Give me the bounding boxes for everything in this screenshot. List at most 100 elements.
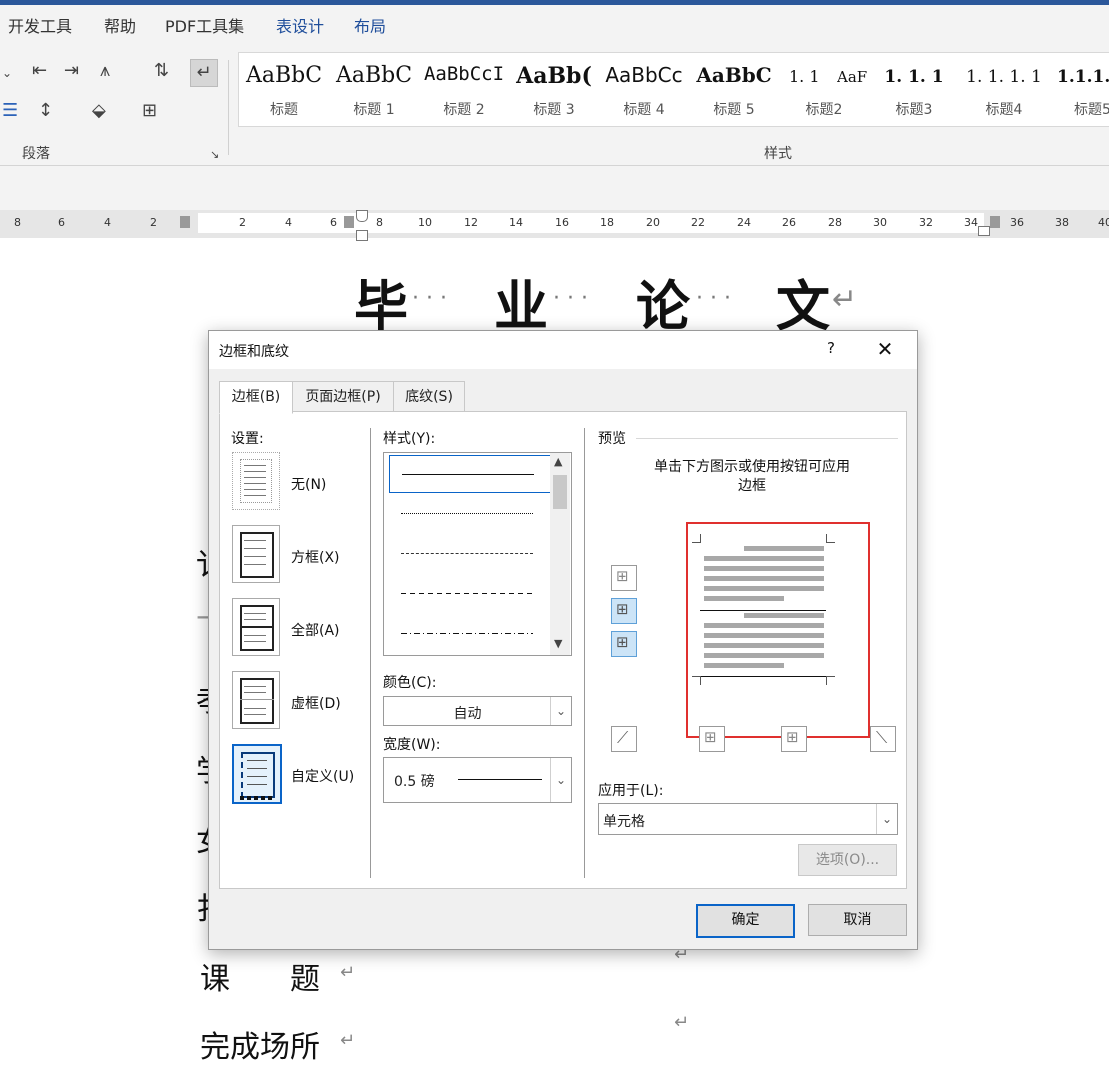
style-h4[interactable]: 1. 1. 1. 1 标题4 — [959, 53, 1049, 123]
setting-grid-icon[interactable] — [232, 671, 280, 729]
group-paragraph-label: 段落 — [22, 146, 50, 162]
line-style-fine-dash[interactable] — [389, 535, 549, 571]
ruler-column-marker[interactable] — [990, 216, 1000, 228]
space-dots: · · · — [696, 286, 731, 311]
top-border-button[interactable]: ⊞ — [611, 565, 637, 591]
width-select[interactable]: 0.5 磅 ⌄ — [383, 757, 572, 803]
first-line-indent-marker[interactable] — [356, 210, 368, 222]
dialog-launcher-icon[interactable]: ↘ — [210, 145, 219, 165]
help-button[interactable]: ? — [821, 339, 841, 359]
ok-button[interactable]: 确定 — [696, 904, 795, 938]
close-icon[interactable]: ✕ — [873, 337, 897, 361]
chevron-down-icon[interactable]: ⌄ — [876, 804, 897, 834]
setting-none-label[interactable]: 无(N) — [291, 474, 326, 494]
increase-indent-icon[interactable]: ⇥ — [64, 61, 79, 81]
scroll-down-icon[interactable]: ▼ — [554, 637, 562, 650]
ruler-number: 18 — [600, 216, 614, 229]
column-separator — [584, 428, 585, 878]
distribute-icon[interactable]: ☰ — [2, 101, 18, 121]
left-border-button[interactable]: ⊞ — [699, 726, 725, 752]
line-style-dash-dot[interactable] — [389, 615, 549, 651]
setting-all-label[interactable]: 全部(A) — [291, 620, 340, 640]
line-style-dashed[interactable] — [389, 575, 549, 611]
chevron-down-icon[interactable]: ⌄ — [550, 697, 571, 725]
decrease-indent-icon[interactable]: ⇤ — [32, 61, 47, 81]
line-style-dotted[interactable] — [389, 495, 549, 531]
ruler-number: 30 — [873, 216, 887, 229]
ruler-number: 22 — [691, 216, 705, 229]
setting-box-icon[interactable] — [232, 525, 280, 583]
setting-none-icon[interactable] — [232, 452, 280, 510]
style-title[interactable]: AaBbC 标题 — [239, 53, 329, 123]
tab-help[interactable]: 帮助 — [104, 13, 136, 37]
paragraph-mark-icon: ↵ — [340, 1030, 356, 1051]
tab-pdf-tools[interactable]: PDF工具集 — [165, 13, 244, 37]
cell-mark-icon: ↵ — [674, 1012, 690, 1033]
style-gallery: AaBbC 标题 AaBbC 标题 1 AaBbCcI 标题 2 AaBb( 标… — [238, 52, 1109, 127]
right-indent-marker[interactable] — [978, 226, 990, 236]
preview-inside-border — [700, 610, 826, 611]
width-preview-line — [458, 779, 542, 780]
dialog-title: 边框和底纹 — [219, 344, 289, 360]
preview-hint: 单击下方图示或使用按钮可应用边框 — [654, 459, 850, 494]
text-direction-icon[interactable]: ⩚ — [100, 61, 110, 81]
chevron-down-icon[interactable]: ⌄ — [2, 63, 12, 83]
inside-vertical-border-button[interactable]: ⊞ — [781, 726, 807, 752]
inside-horizontal-border-button[interactable]: ⊞ — [611, 598, 637, 624]
style-h5[interactable]: 1.1.1. 标题5 — [1049, 53, 1109, 123]
setting-all-icon[interactable] — [232, 598, 280, 656]
border-preview[interactable] — [686, 522, 870, 738]
sort-icon[interactable]: ⇅ — [154, 61, 169, 81]
ruler-column-marker[interactable] — [344, 216, 354, 228]
ruler-number: 28 — [828, 216, 842, 229]
style-h3[interactable]: 1. 1. 1 标题3 — [869, 53, 959, 123]
tab-layout[interactable]: 布局 — [354, 13, 386, 37]
ruler-number: 4 — [285, 216, 292, 229]
ruler-number: 24 — [737, 216, 751, 229]
setting-box-label[interactable]: 方框(X) — [291, 547, 340, 567]
scroll-up-icon[interactable]: ▲ — [554, 455, 562, 468]
style-heading-5[interactable]: AaBbC 标题 5 — [689, 53, 779, 123]
setting-grid-label[interactable]: 虚框(D) — [291, 693, 341, 713]
style-heading-3[interactable]: AaBb( 标题 3 — [509, 53, 599, 123]
line-style-list[interactable]: ▲ ▼ — [383, 452, 572, 656]
tab-page-border[interactable]: 页面边框(P) — [292, 381, 394, 413]
apply-to-select[interactable]: 单元格 ⌄ — [598, 803, 898, 835]
style-heading-4[interactable]: AaBbCc 标题 4 — [599, 53, 689, 123]
setting-custom-label[interactable]: 自定义(U) — [291, 766, 354, 786]
bottom-border-button[interactable]: ⊞ — [611, 631, 637, 657]
group-styles-label: 样式 — [764, 146, 792, 162]
style-list-scrollbar[interactable]: ▲ ▼ — [550, 453, 570, 655]
line-spacing-icon[interactable]: ↕ — [38, 101, 53, 121]
tab-developer[interactable]: 开发工具 — [8, 13, 72, 37]
ruler-number: 8 — [14, 216, 21, 229]
setting-custom-icon[interactable] — [232, 744, 282, 804]
ruler-number: 10 — [418, 216, 432, 229]
cancel-button[interactable]: 取消 — [808, 904, 907, 936]
ruler-number: 26 — [782, 216, 796, 229]
diagonal-down-border-button[interactable]: ⟍ — [870, 726, 896, 752]
style-heading-1[interactable]: AaBbC 标题 1 — [329, 53, 419, 123]
tab-table-design[interactable]: 表设计 — [276, 13, 324, 37]
chevron-down-icon[interactable]: ⌄ — [550, 758, 571, 802]
options-button[interactable]: 选项(O)... — [798, 844, 897, 876]
ruler-column-marker[interactable] — [180, 216, 190, 228]
preview-bottom-border — [700, 676, 826, 677]
diagonal-up-border-button[interactable]: ⟋ — [611, 726, 637, 752]
left-indent-marker[interactable] — [356, 230, 368, 241]
color-select[interactable]: 自动 ⌄ — [383, 696, 572, 726]
shading-icon[interactable]: ⬙ — [92, 101, 106, 121]
scroll-thumb[interactable] — [553, 475, 567, 509]
tab-shading[interactable]: 底纹(S) — [393, 381, 465, 413]
borders-icon[interactable]: ⊞ — [142, 101, 157, 121]
preview-divider — [636, 438, 898, 439]
tab-borders[interactable]: 边框(B) — [219, 381, 293, 414]
line-style-solid[interactable] — [389, 455, 551, 493]
style-heading-2[interactable]: AaBbCcI 标题 2 — [419, 53, 509, 123]
paragraph-mark-icon: ↵ — [340, 962, 356, 983]
show-marks-icon[interactable]: ↵ — [190, 59, 218, 87]
style-h2[interactable]: 1. 1 AaF 标题2 — [779, 53, 869, 123]
dialog-titlebar[interactable]: 边框和底纹 ? ✕ — [209, 331, 917, 369]
apply-to-label: 应用于(L): — [598, 783, 664, 799]
doc-line-place: 完成场所 — [200, 1030, 320, 1065]
